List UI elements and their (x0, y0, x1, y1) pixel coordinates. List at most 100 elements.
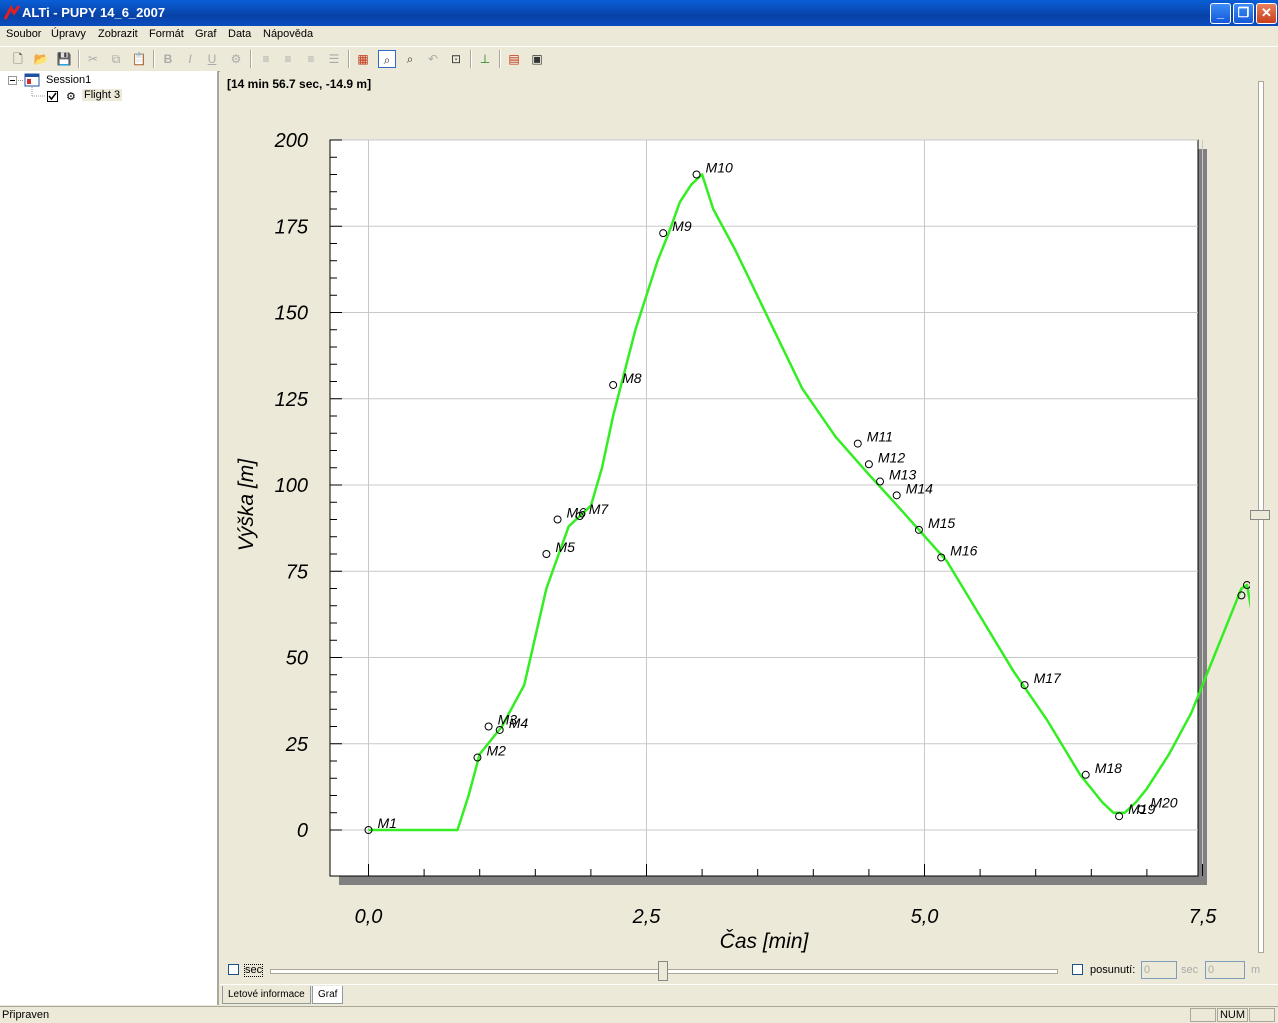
menu-zobrazit[interactable]: Zobrazit (98, 28, 138, 40)
plot-area (329, 139, 1199, 877)
chart-edit-icon[interactable]: ▦ (354, 50, 372, 68)
axis-icon[interactable]: ⊥ (476, 50, 494, 68)
y-tick-label: 100 (275, 475, 308, 497)
properties-icon[interactable]: ▣ (528, 50, 546, 68)
maximize-button[interactable]: ❐ (1233, 3, 1254, 24)
marker-label: M10 (706, 160, 733, 176)
offset-m-input[interactable]: 0 (1205, 961, 1245, 979)
tree-item-session[interactable]: Session1 (46, 74, 91, 86)
graph-pane: [14 min 56.7 sec, -14.9 m] 200 175 150 125 1… (220, 71, 1278, 1005)
altitude-chart[interactable]: 20017515012510075502500,02,55,07,510,012… (220, 71, 1250, 956)
y-tick-label: 50 (286, 648, 308, 670)
bold-icon[interactable]: B (159, 50, 177, 68)
x-tick-label: 0,0 (355, 906, 383, 928)
offset-m-unit: m (1251, 964, 1261, 976)
sec-checkbox[interactable] (228, 964, 239, 975)
zoom-fit-icon[interactable]: ⊡ (447, 50, 465, 68)
toolbar-separator (348, 50, 350, 68)
x-tick-label: 5,0 (911, 906, 939, 928)
session-tree: Session1 ⚙ Flight 3 (0, 71, 219, 1005)
sec-label: sec (244, 964, 264, 977)
bullets-icon[interactable]: ☰ (325, 50, 343, 68)
menu-soubor[interactable]: Soubor (6, 28, 41, 40)
menu-data[interactable]: Data (228, 28, 251, 40)
paste-icon[interactable]: 📋 (130, 50, 148, 68)
marker-label: M8 (622, 370, 642, 386)
tab-letove-informace[interactable]: Letové informace (222, 986, 311, 1004)
close-button[interactable]: ✕ (1256, 3, 1277, 24)
toolbar-separator (499, 50, 501, 68)
posunuti-checkbox[interactable] (1072, 964, 1083, 975)
underline-icon[interactable]: U (203, 50, 221, 68)
app-icon (4, 5, 20, 20)
toolbar-separator (470, 50, 472, 68)
marker-label: M14 (906, 480, 933, 496)
menu-bar: Soubor Úpravy Zobrazit Formát Graf Data … (0, 26, 1278, 45)
menu-upravy[interactable]: Úpravy (51, 28, 86, 40)
marker-label: M7 (589, 501, 610, 517)
marker-label: M1 (378, 815, 397, 831)
tree-item-flight[interactable]: Flight 3 (82, 89, 123, 101)
marker-label: M12 (878, 449, 905, 465)
y-tick-label: 125 (275, 389, 309, 411)
align-right-icon[interactable]: ≡ (302, 50, 320, 68)
graph-settings-icon[interactable]: ▤ (505, 50, 523, 68)
copy-icon[interactable]: ⧉ (107, 50, 125, 68)
offset-sec-input[interactable]: 0 (1141, 961, 1177, 979)
flight-gear-icon: ⚙ (66, 91, 76, 103)
toolbar-separator (153, 50, 155, 68)
marker-label: M4 (509, 715, 529, 731)
marker-label: M2 (486, 743, 506, 759)
y-tick-label: 175 (275, 216, 309, 238)
marker-label: M15 (928, 515, 955, 531)
window-title: ALTi - PUPY 14_6_2007 (22, 5, 166, 20)
offset-sec-unit: sec (1181, 964, 1199, 976)
zoom-y-icon[interactable]: ⌕ (401, 50, 419, 68)
cut-icon[interactable]: ✂ (84, 50, 102, 68)
save-icon[interactable]: 💾 (55, 50, 73, 68)
toolbar: 🗋 📂 💾 ✂ ⧉ 📋 B I U ⚙ ≡ ≡ ≡ ☰ ▦ ⌕ ⌕ ↶ ⊡ ⊥ … (0, 46, 1278, 72)
time-slider-thumb[interactable] (658, 961, 668, 981)
y-tick-label: 200 (274, 130, 308, 152)
new-file-icon[interactable]: 🗋 (9, 50, 27, 68)
open-folder-icon[interactable]: 📂 (32, 50, 50, 68)
menu-napoveda[interactable]: Nápověda (263, 28, 313, 40)
view-tabs: Letové informace Graf (220, 984, 1278, 1006)
status-panel-empty (1190, 1008, 1216, 1022)
status-text: Připraven (2, 1009, 50, 1021)
menu-graf[interactable]: Graf (195, 28, 216, 40)
italic-icon[interactable]: I (181, 50, 199, 68)
vertical-slider-thumb[interactable] (1250, 510, 1270, 520)
font-icon[interactable]: ⚙ (227, 50, 245, 68)
y-tick-label: 75 (286, 561, 309, 583)
tab-graf[interactable]: Graf (312, 986, 344, 1004)
x-tick-label: 2,5 (632, 906, 662, 928)
flight-checkbox[interactable] (47, 91, 58, 102)
marker-label: M18 (1095, 760, 1122, 776)
align-center-icon[interactable]: ≡ (279, 50, 297, 68)
marker-label: M9 (672, 218, 692, 234)
zoom-back-icon[interactable]: ↶ (424, 50, 442, 68)
align-left-icon[interactable]: ≡ (257, 50, 275, 68)
marker-label: M5 (555, 539, 575, 555)
time-controls: sec posunutí: 0 sec 0 m (220, 961, 1278, 981)
posunuti-label: posunutí: (1090, 964, 1136, 976)
marker-label: M11 (867, 429, 893, 445)
y-axis-label: Výška [m] (235, 458, 258, 551)
x-tick-label: 7,5 (1189, 906, 1218, 928)
zoom-x-icon[interactable]: ⌕ (378, 50, 396, 68)
marker-label: M20 (1150, 794, 1177, 810)
toolbar-separator (250, 50, 252, 68)
minimize-button[interactable]: _ (1210, 3, 1231, 24)
toolbar-separator (78, 50, 80, 68)
marker-label: M16 (950, 542, 977, 558)
marker-label: M17 (1034, 670, 1062, 686)
session-icon (24, 73, 40, 90)
y-tick-label: 25 (285, 734, 309, 756)
status-panel-empty (1249, 1008, 1275, 1022)
y-tick-label: 150 (275, 303, 308, 325)
status-bar: Připraven NUM (0, 1006, 1278, 1023)
title-bar: ALTi - PUPY 14_6_2007 _ ❐ ✕ (0, 0, 1278, 26)
y-tick-label: 0 (297, 820, 308, 842)
menu-format[interactable]: Formát (149, 28, 184, 40)
